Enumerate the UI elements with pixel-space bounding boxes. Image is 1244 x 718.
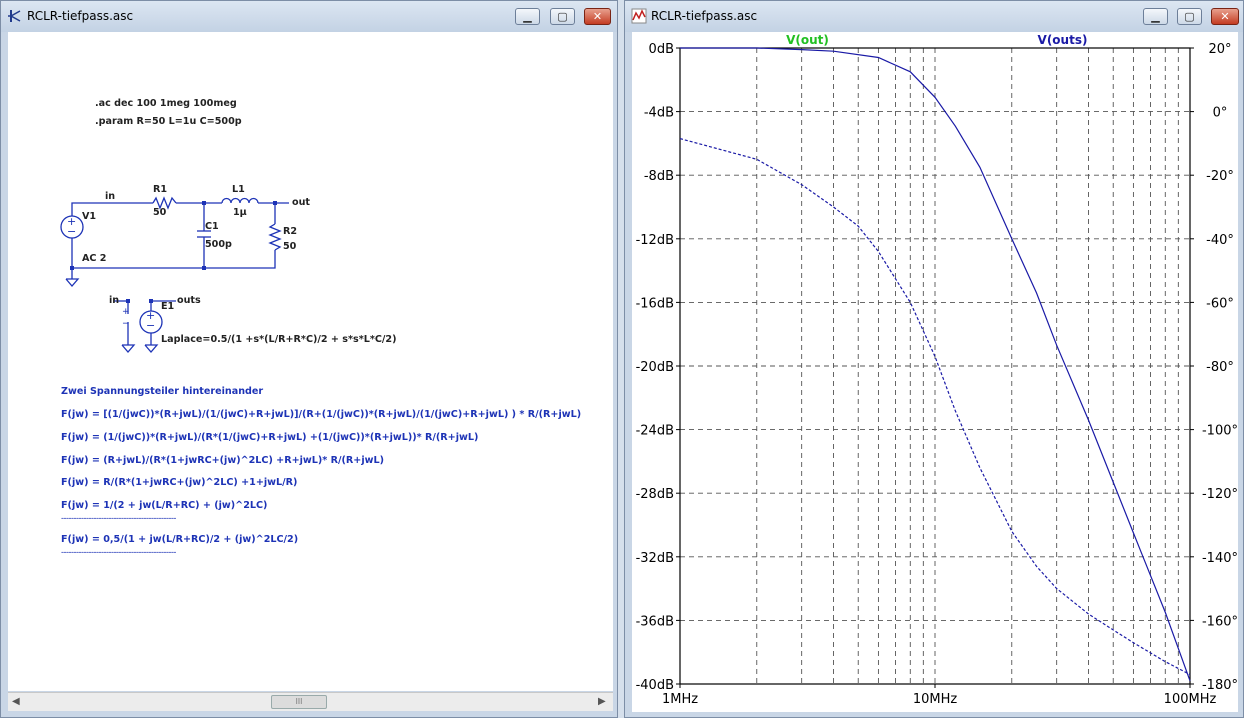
y-tick-label-left: -28dB [636, 487, 674, 502]
r2-value[interactable]: 50 [283, 241, 296, 252]
close-button[interactable]: ✕ [584, 8, 611, 25]
e1-name: E1 [161, 301, 175, 312]
y-tick-label-left: -16dB [636, 296, 674, 311]
y-tick-label-right: 0° [1213, 106, 1228, 121]
scrollbar-thumb[interactable]: III [271, 695, 327, 709]
y-tick-label-left: -4dB [644, 106, 674, 121]
note-equation-5[interactable]: F(jw) = 1/(2 + jw(L/R+RC) + (jw)^2LC) [61, 500, 267, 511]
y-tick-label-right: -80° [1206, 360, 1234, 375]
y-tick-label-right: -140° [1202, 551, 1238, 566]
waveform-window[interactable]: RCLR-tiefpass.asc ▁ ▢ ✕ 0dB -4dB -8dB -12dB… [624, 0, 1244, 718]
e1-value[interactable]: Laplace=0.5/(1 +s*(L/R+R*C)/2 + s*s*L*C/… [161, 334, 396, 345]
svg-text:−: − [146, 319, 155, 332]
y-tick-label-left: -32dB [636, 551, 674, 566]
note-equation-6[interactable]: F(jw) = 0,5/(1 + jw(L/R+RC)/2 + (jw)^2LC… [61, 534, 298, 545]
c1-name: C1 [205, 221, 219, 232]
schematic-window[interactable]: RCLR-tiefpass.asc ▁ ▢ ✕ .ac dec 100 1meg… [0, 0, 618, 718]
waveform-app-icon [631, 8, 647, 24]
x-tick-label: 100MHz [1164, 692, 1217, 707]
c1-value[interactable]: 500p [205, 239, 232, 250]
separator-2: ----------------------------------------… [61, 547, 176, 557]
v1-value[interactable]: AC 2 [82, 253, 106, 264]
net-label-out: out [292, 197, 311, 208]
net-label-in: in [105, 191, 116, 202]
schematic-titlebar[interactable]: RCLR-tiefpass.asc ▁ ▢ ✕ [1, 1, 617, 32]
scroll-left-arrow-icon[interactable]: ◀ [12, 696, 20, 707]
close-button[interactable]: ✕ [1211, 8, 1239, 25]
schematic-canvas[interactable]: .ac dec 100 1meg 100meg .param R=50 L=1u… [8, 32, 613, 691]
note-equation-4[interactable]: F(jw) = R/(R*(1+jwRC+(jw)^2LC) +1+jwL/R) [61, 477, 297, 488]
bode-plot[interactable]: 0dB -4dB -8dB -12dB -16dB -20dB -24dB -28dB -32d… [632, 32, 1238, 712]
scroll-right-arrow-icon[interactable]: ▶ [598, 696, 606, 707]
note-equation-3[interactable]: F(jw) = (R+jwL)/(R*(1+jwRC+(jw)^2LC) +R+… [61, 455, 384, 466]
y-tick-label-right: -40° [1206, 233, 1234, 248]
y-tick-label-right: 20° [1208, 42, 1231, 57]
y-tick-label-left: -40dB [636, 678, 674, 693]
y-tick-label-left: -36dB [636, 614, 674, 629]
y-tick-label-left: -20dB [636, 360, 674, 375]
maximize-button[interactable]: ▢ [550, 8, 575, 25]
note-equation-1[interactable]: F(jw) = [(1/(jwC))*(R+jwL)/(1/(jwC)+R+jw… [61, 409, 581, 420]
y-tick-label-right: -160° [1202, 614, 1238, 629]
schematic-window-title: RCLR-tiefpass.asc [27, 9, 134, 23]
minimize-button[interactable]: ▁ [1143, 8, 1168, 25]
maximize-button[interactable]: ▢ [1177, 8, 1202, 25]
svg-text:+: + [122, 307, 130, 317]
l1-name: L1 [232, 184, 245, 195]
note-title[interactable]: Zwei Spannungsteiler hintereinander [61, 386, 263, 397]
trace-label-vout: V(out) [786, 33, 829, 47]
net-label-outs: outs [177, 295, 201, 306]
y-tick-label-left: -24dB [636, 424, 674, 439]
trace-phase [679, 138, 1191, 676]
v1-name: V1 [82, 211, 97, 222]
waveform-titlebar[interactable]: RCLR-tiefpass.asc ▁ ▢ ✕ [625, 1, 1243, 32]
note-equation-2[interactable]: F(jw) = (1/(jwC))*(R+jwL)/(R*(1/(jwC)+R+… [61, 432, 478, 443]
y-tick-label-right: -180° [1202, 678, 1238, 693]
x-tick-label: 1MHz [662, 692, 698, 707]
y-tick-label-right: -20° [1206, 169, 1234, 184]
y-tick-label-left: -12dB [636, 233, 674, 248]
svg-text:−: − [67, 225, 76, 238]
y-tick-label-left: 0dB [649, 42, 674, 57]
plot-pane[interactable]: 0dB -4dB -8dB -12dB -16dB -20dB -24dB -28dB -32d… [632, 32, 1238, 712]
svg-text:−: − [122, 319, 130, 329]
net-label-in2: in [109, 295, 120, 306]
circuit-diagram: + − + − + − [60, 196, 289, 353]
trace-label-vouts: V(outs) [1038, 33, 1088, 47]
r1-value[interactable]: 50 [153, 207, 166, 218]
y-tick-label-right: -60° [1206, 296, 1234, 311]
schematic-app-icon [8, 10, 21, 22]
horizontal-scrollbar[interactable]: ◀ III ▶ [8, 692, 613, 711]
x-tick-label: 10MHz [913, 692, 958, 707]
r1-name: R1 [153, 184, 168, 195]
minimize-button[interactable]: ▁ [515, 8, 540, 25]
waveform-window-title: RCLR-tiefpass.asc [651, 9, 758, 23]
y-tick-label-left: -8dB [644, 169, 674, 184]
l1-value[interactable]: 1µ [233, 207, 247, 218]
separator-1: ----------------------------------------… [61, 513, 176, 523]
y-tick-label-right: -120° [1202, 487, 1238, 502]
r2-name: R2 [283, 226, 298, 237]
y-tick-label-right: -100° [1202, 424, 1238, 439]
